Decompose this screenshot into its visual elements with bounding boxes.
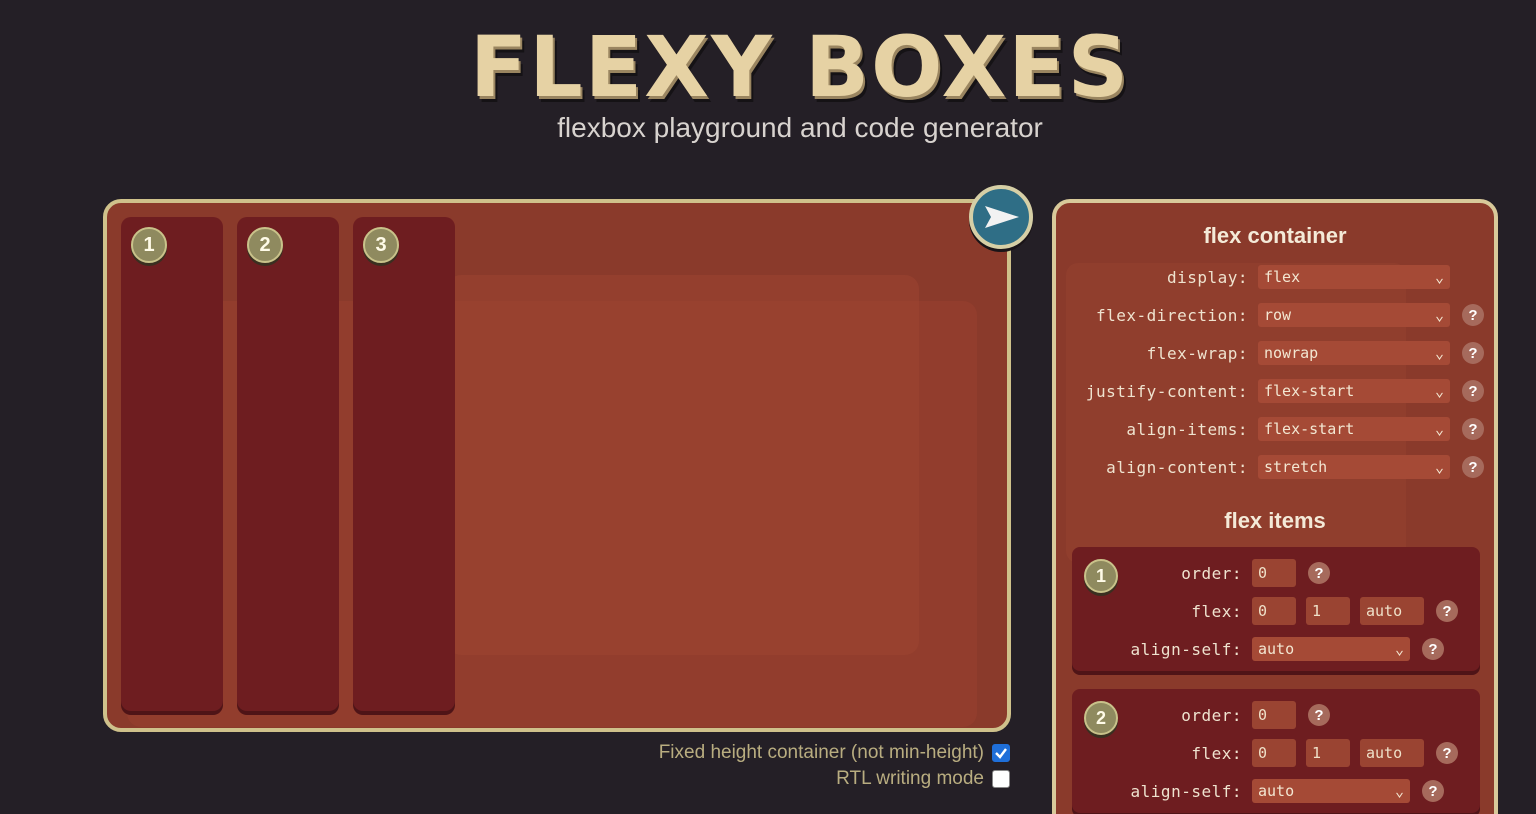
flex-container-title: flex container	[1203, 223, 1347, 248]
align-self-row: align-self: auto ⌄ ?	[1072, 779, 1444, 803]
chevron-down-icon: ⌄	[1434, 306, 1444, 324]
flex-grow-input[interactable]: 0	[1252, 739, 1296, 767]
prop-row-flex-direction: flex-direction: row ⌄ ?	[1056, 303, 1484, 327]
prop-row-display: display: flex ⌄	[1056, 265, 1450, 289]
flex-grow-input[interactable]: 0	[1252, 597, 1296, 625]
option-fixed-height[interactable]: Fixed height container (not min-height)	[659, 742, 1010, 764]
prop-label: flex:	[1191, 743, 1242, 763]
flex-basis-input[interactable]: auto	[1360, 597, 1424, 625]
align-self-row: align-self: auto ⌄ ?	[1072, 637, 1444, 661]
flex-item-card: 2 order: 0 ? flex: 0 1 auto ? align-self…	[1072, 689, 1480, 813]
flex-direction-select[interactable]: row ⌄	[1258, 303, 1450, 327]
flex-shrink-input[interactable]: 1	[1306, 739, 1350, 767]
flex-playground: 1 2 3	[103, 199, 1011, 732]
prop-label: order:	[1181, 705, 1242, 725]
prop-label: align-items:	[1126, 419, 1248, 439]
chevron-down-icon: ⌄	[1434, 458, 1444, 476]
chevron-down-icon: ⌄	[1434, 344, 1444, 362]
help-icon[interactable]: ?	[1422, 638, 1444, 660]
flex-item-card: 1 order: 0 ? flex: 0 1 auto ? align-self…	[1072, 547, 1480, 671]
fixed-height-checkbox[interactable]	[992, 744, 1010, 762]
flex-row: flex: 0 1 auto ?	[1072, 597, 1458, 625]
align-content-select[interactable]: stretch ⌄	[1258, 455, 1450, 479]
flex-item-preview[interactable]: 1	[121, 217, 223, 711]
prop-label: flex:	[1191, 601, 1242, 621]
flex-item-preview[interactable]: 3	[353, 217, 455, 711]
align-self-select[interactable]: auto ⌄	[1252, 637, 1410, 661]
chevron-down-icon: ⌄	[1434, 268, 1444, 286]
prop-row-align-content: align-content: stretch ⌄ ?	[1056, 455, 1484, 479]
controls-panel: flex container display: flex ⌄ flex-dire…	[1052, 199, 1498, 814]
help-icon[interactable]: ?	[1436, 742, 1458, 764]
chevron-down-icon: ⌄	[1394, 782, 1404, 800]
align-items-select[interactable]: flex-start ⌄	[1258, 417, 1450, 441]
order-input[interactable]: 0	[1252, 701, 1296, 729]
play-button[interactable]	[969, 185, 1033, 249]
chevron-down-icon: ⌄	[1394, 640, 1404, 658]
prop-label: flex-wrap:	[1146, 343, 1248, 363]
logo-title: FLEXY BOXES	[469, 18, 1131, 116]
prop-label: align-self:	[1130, 639, 1242, 659]
item-number-badge: 1	[131, 227, 167, 263]
display-select[interactable]: flex ⌄	[1258, 265, 1450, 289]
play-icon	[985, 206, 1019, 228]
help-icon[interactable]: ?	[1308, 562, 1330, 584]
justify-content-select[interactable]: flex-start ⌄	[1258, 379, 1450, 403]
order-input[interactable]: 0	[1252, 559, 1296, 587]
rtl-checkbox[interactable]	[992, 770, 1010, 788]
help-icon[interactable]: ?	[1462, 304, 1484, 326]
help-icon[interactable]: ?	[1462, 456, 1484, 478]
prop-label: flex-direction:	[1096, 305, 1248, 325]
option-label: RTL writing mode	[836, 768, 984, 789]
option-label: Fixed height container (not min-height)	[658, 742, 984, 763]
prop-label: align-self:	[1130, 781, 1242, 801]
prop-row-align-items: align-items: flex-start ⌄ ?	[1056, 417, 1484, 441]
help-icon[interactable]: ?	[1462, 380, 1484, 402]
page-subtitle: flexbox playground and code generator	[557, 112, 1043, 143]
option-rtl[interactable]: RTL writing mode	[836, 768, 1010, 790]
item-number-badge: 2	[247, 227, 283, 263]
chevron-down-icon: ⌄	[1434, 420, 1444, 438]
chevron-down-icon: ⌄	[1434, 382, 1444, 400]
flex-basis-input[interactable]: auto	[1360, 739, 1424, 767]
order-row: order: 0 ?	[1072, 701, 1330, 729]
check-icon	[995, 748, 1007, 759]
item-number-badge: 3	[363, 227, 399, 263]
flex-row: flex: 0 1 auto ?	[1072, 739, 1458, 767]
flex-item-preview[interactable]: 2	[237, 217, 339, 711]
help-icon[interactable]: ?	[1436, 600, 1458, 622]
help-icon[interactable]: ?	[1308, 704, 1330, 726]
help-icon[interactable]: ?	[1422, 780, 1444, 802]
flex-wrap-select[interactable]: nowrap ⌄	[1258, 341, 1450, 365]
prop-row-flex-wrap: flex-wrap: nowrap ⌄ ?	[1056, 341, 1484, 365]
order-row: order: 0 ?	[1072, 559, 1330, 587]
prop-label: order:	[1181, 563, 1242, 583]
prop-label: align-content:	[1106, 457, 1248, 477]
help-icon[interactable]: ?	[1462, 342, 1484, 364]
help-icon[interactable]: ?	[1462, 418, 1484, 440]
prop-label: display:	[1166, 267, 1248, 287]
align-self-select[interactable]: auto ⌄	[1252, 779, 1410, 803]
flex-items-title: flex items	[1224, 508, 1326, 533]
prop-label: justify-content:	[1085, 381, 1248, 401]
flex-shrink-input[interactable]: 1	[1306, 597, 1350, 625]
prop-row-justify-content: justify-content: flex-start ⌄ ?	[1056, 379, 1484, 403]
flex-items-preview: 1 2 3	[121, 217, 455, 711]
